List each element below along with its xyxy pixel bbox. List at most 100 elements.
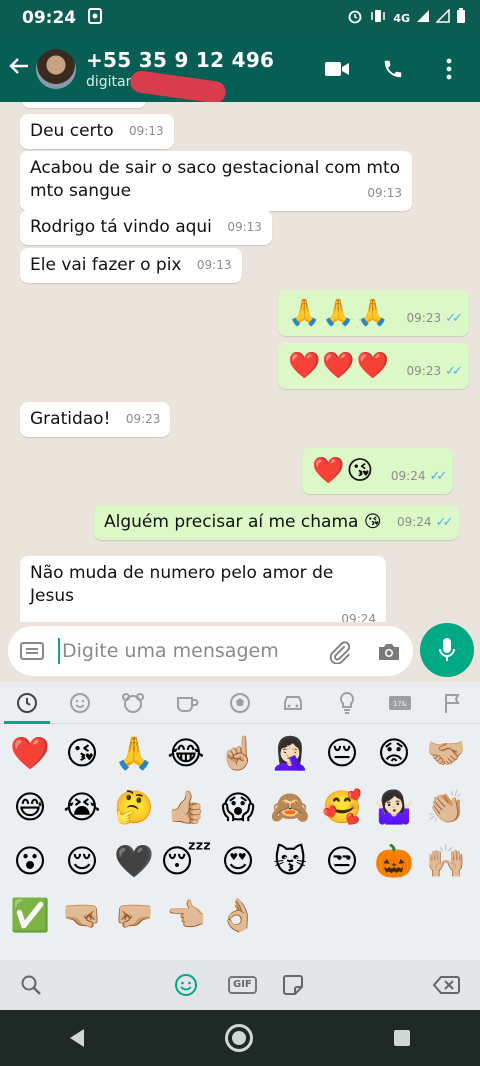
emoji-key[interactable]: 🖤 [108,838,160,886]
gif-mode-icon[interactable]: GIF [228,972,257,998]
emoji-key[interactable]: ✅ [4,892,56,940]
message-bubble[interactable]: Não muda de numero pelo amor de Jesus 09… [20,556,386,622]
message-time: 09:13 [129,124,164,138]
svg-text:1?&: 1?& [393,700,407,708]
message-text: Não muda de numero pelo amor de Jesus [30,563,334,606]
contact-name: +55 35 9 12 496 [86,48,275,72]
emoji-key[interactable]: ☝🏼 [212,730,264,778]
flags-tab-icon[interactable] [439,689,467,717]
message-bubble-outgoing[interactable]: Alguém precisar aí me chama 😘 09:24 ✓✓ [94,505,460,540]
message-text: Gratidao! [30,409,111,429]
sticker-mode-icon[interactable] [282,972,304,998]
nav-recents-icon[interactable] [393,1030,410,1046]
emoji-key[interactable]: 👏🏼 [420,784,472,832]
message-bubble[interactable]: Gratidao! 09:23 [20,402,171,437]
search-icon[interactable] [20,972,42,998]
emoji-key[interactable]: 🤷🏻‍♀️ [368,784,420,832]
message-time: 09:13 [227,220,262,234]
smiley-tab-icon[interactable] [66,689,94,717]
message-time: 09:24 [390,469,426,483]
food-tab-icon[interactable] [173,689,201,717]
message-placeholder: Digite uma mensagem [62,640,279,662]
emoji-key[interactable]: 🤔 [108,784,160,832]
emoji-key[interactable]: 🥰 [316,784,368,832]
message-bubble[interactable]: Deu certo 09:13 [20,114,174,149]
nav-back-icon[interactable] [70,1029,85,1047]
emoji-key[interactable]: 👈🏼 [160,892,212,940]
screen-record-icon [88,7,103,29]
mic-button[interactable] [420,623,474,677]
message-bubble[interactable]: Ele vai fazer o pix 09:13 [20,248,242,283]
keyboard-icon[interactable] [20,642,44,660]
emoji-key[interactable]: 🤦🏻‍♀️ [264,730,316,778]
emoji-key[interactable]: 🤛🏼 [108,892,160,940]
animal-tab-icon[interactable] [119,689,147,717]
recent-emoji-tab-icon[interactable] [13,689,41,717]
read-ticks-icon: ✓✓ [445,364,463,379]
emoji-key[interactable]: 😮 [4,838,56,886]
emoji-key[interactable]: 🙈 [264,784,316,832]
video-call-icon[interactable] [324,56,350,82]
chat-header: +55 35 9 12 496 digitando... [0,36,480,105]
message-bubble-outgoing[interactable]: 🙏🙏🙏 09:23 ✓✓ [278,290,469,336]
chat-area[interactable]: Deu certo 09:13 Acabou de sair o saco ge… [0,102,480,622]
emoji-key[interactable]: 😅 [4,784,56,832]
emoji-key[interactable]: 😴 [160,838,212,886]
emoji-key[interactable]: 👍🏼 [160,784,212,832]
message-time: 09:13 [196,258,232,272]
message-bubble[interactable]: Acabou de sair o saco gestacional com mt… [20,151,412,211]
emoji-key[interactable]: 😽 [264,838,316,886]
attach-icon[interactable] [326,639,352,665]
composer: Digite uma mensagem [0,622,480,682]
message-text: ❤️❤️❤️ [288,351,392,381]
emoji-key[interactable]: 😱 [212,784,264,832]
emoji-key[interactable]: ❤️ [4,730,56,778]
message-input[interactable]: Digite uma mensagem [8,626,413,676]
travel-tab-icon[interactable] [279,689,307,717]
avatar[interactable] [36,49,76,89]
objects-tab-icon[interactable] [333,689,361,717]
voice-call-icon[interactable] [380,56,406,82]
emoji-key[interactable]: 👌🏼 [212,892,264,940]
message-time: 09:23 [125,412,161,426]
active-tab-indicator [4,721,50,724]
emoji-key[interactable]: 😒 [316,838,368,886]
message-text: Rodrigo tá vindo aqui [30,217,212,237]
message-bubble-partial [22,102,146,108]
text-caret [58,638,60,664]
emoji-panel: 1?& ❤️ 😘 🙏 😂 ☝🏼 🤦🏻‍♀️ 😔 😟 🤝🏼 😅 😭 🤔 👍🏼 😱 🙈 🥰 🤷🏻‍♀️ 👏🏼 😮 😌 🖤 😴 😍… [0,682,480,960]
activity-tab-icon[interactable] [226,689,254,717]
message-time: 09:24 [396,515,432,529]
battery-icon [456,8,466,28]
message-bubble-outgoing[interactable]: ❤️😘 09:24 ✓✓ [302,448,454,494]
emoji-key[interactable]: 😍 [212,838,264,886]
system-nav-bar [0,1010,480,1066]
alarm-icon [347,8,363,28]
emoji-key[interactable]: 🤝🏼 [420,730,472,778]
emoji-key[interactable]: 😭 [56,784,108,832]
emoji-key[interactable]: 😂 [160,730,212,778]
emoji-key[interactable]: 🤜🏼 [56,892,108,940]
nav-home-icon[interactable] [224,1024,253,1052]
emoji-key[interactable]: 😔 [316,730,368,778]
vibrate-icon [369,9,387,27]
emoji-key[interactable]: 😌 [56,838,108,886]
emoji-key[interactable]: 🎃 [368,838,420,886]
message-text: Alguém precisar aí me chama 😘 [104,512,382,532]
emoji-key[interactable]: 🙌🏼 [420,838,472,886]
message-time: 09:13 [367,186,402,200]
message-bubble-outgoing[interactable]: ❤️❤️❤️ 09:23 ✓✓ [278,343,469,389]
camera-icon[interactable] [376,639,402,665]
message-text: 🙏🙏🙏 [288,298,392,328]
emoji-key[interactable]: 🙏 [108,730,160,778]
back-arrow-icon[interactable] [2,54,36,84]
more-options-icon[interactable] [436,56,462,82]
backspace-icon[interactable] [432,972,460,998]
emoji-mode-icon[interactable] [174,972,198,998]
message-time: 09:23 [406,364,442,378]
emoji-key[interactable]: 😘 [56,730,108,778]
symbols-tab-icon[interactable]: 1?& [386,689,414,717]
emoji-key[interactable]: 😟 [368,730,420,778]
message-bubble[interactable]: Rodrigo tá vindo aqui 09:13 [20,210,272,245]
message-text: Ele vai fazer o pix [30,255,182,275]
